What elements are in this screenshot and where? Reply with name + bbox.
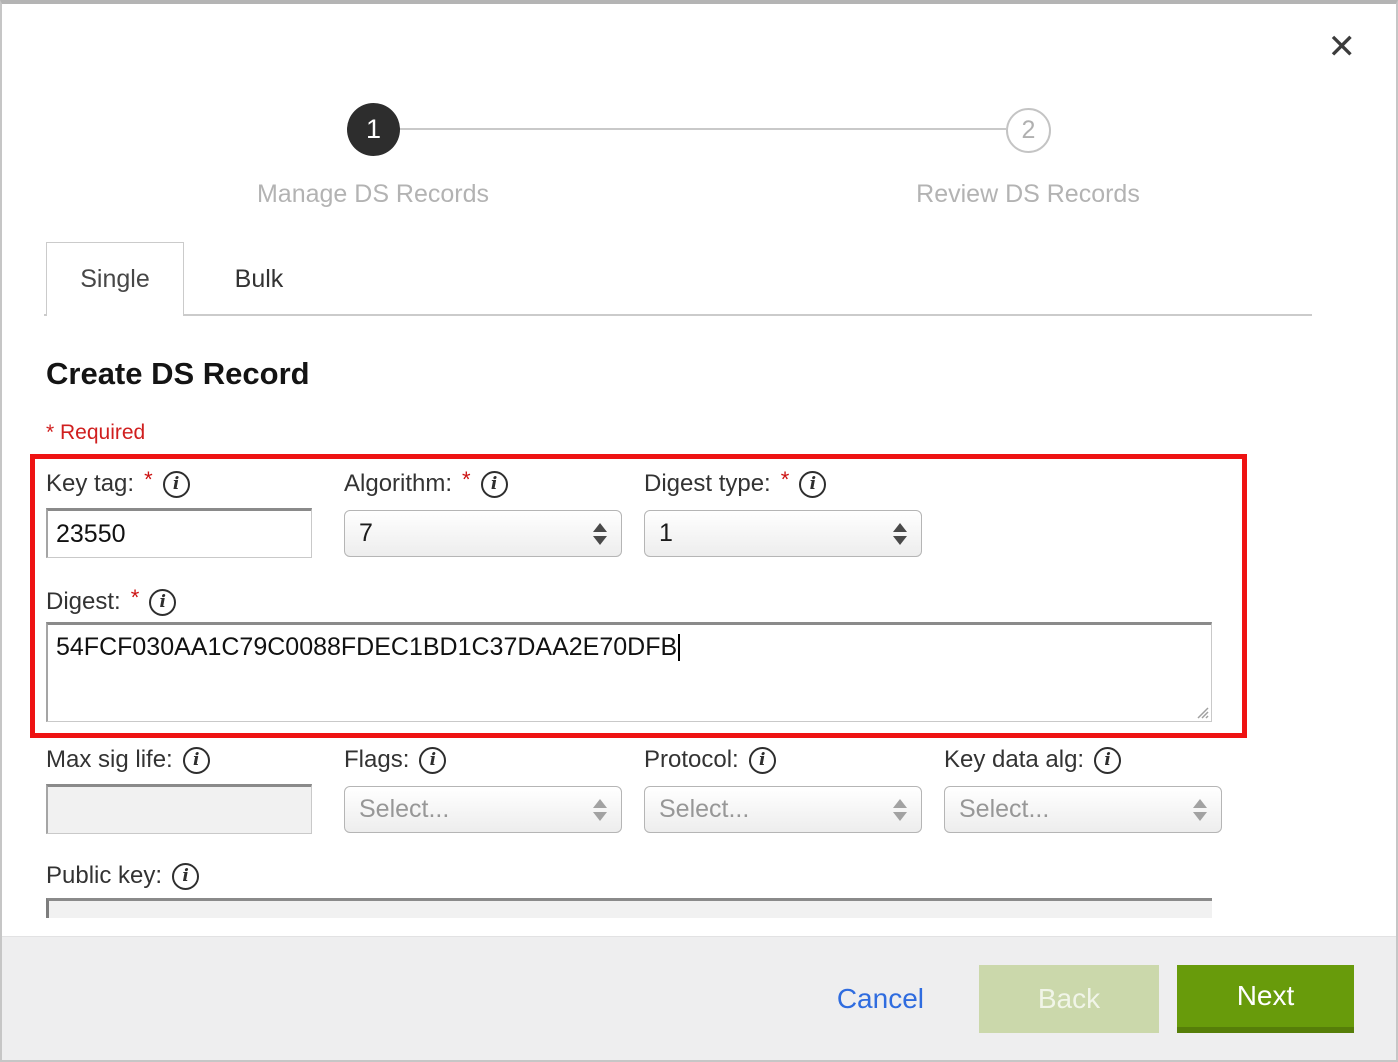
step-1-label: Manage DS Records <box>257 180 489 209</box>
text-cursor <box>678 634 680 661</box>
key-tag-input[interactable] <box>46 508 312 558</box>
key-data-alg-select[interactable]: Select... <box>944 786 1222 833</box>
create-ds-record-modal: ✕ 1 2 Manage DS Records Review DS Record… <box>0 0 1398 1062</box>
public-key-label-text: Public key: <box>46 862 162 890</box>
digest-type-label: Digest type: * i <box>644 468 944 500</box>
info-icon[interactable]: i <box>749 747 776 774</box>
step-2-circle: 2 <box>1006 108 1051 153</box>
form-row-1: Key tag: * i Algorithm: * i 7 Digest typ… <box>46 468 944 558</box>
info-icon[interactable]: i <box>1094 747 1121 774</box>
spinner-arrows-icon <box>893 523 907 545</box>
info-icon[interactable]: i <box>183 747 210 774</box>
digest-label-text: Digest: <box>46 588 121 616</box>
flags-select-value: Select... <box>359 795 449 824</box>
key-tag-field-group: Key tag: * i <box>46 468 344 558</box>
close-icon: ✕ <box>1328 28 1357 66</box>
digest-label: Digest: * i <box>46 586 176 618</box>
key-tag-label-text: Key tag: <box>46 470 134 498</box>
required-asterisk: * <box>781 467 790 493</box>
flags-select[interactable]: Select... <box>344 786 622 833</box>
max-sig-life-label-text: Max sig life: <box>46 746 173 774</box>
digest-value: 54FCF030AA1C79C0088FDEC1BD1C37DAA2E70DFB <box>56 633 677 661</box>
protocol-label: Protocol: i <box>644 744 944 776</box>
spinner-arrows-icon <box>593 799 607 821</box>
key-tag-label: Key tag: * i <box>46 468 344 500</box>
info-icon[interactable]: i <box>163 471 190 498</box>
tab-bar: Single Bulk <box>44 242 1312 316</box>
spinner-arrows-icon <box>593 523 607 545</box>
info-icon[interactable]: i <box>419 747 446 774</box>
modal-footer: Cancel Back Next <box>2 936 1396 1060</box>
flags-label: Flags: i <box>344 744 644 776</box>
key-data-alg-label: Key data alg: i <box>944 744 1222 776</box>
max-sig-life-field-group: Max sig life: i <box>46 744 344 834</box>
tab-single[interactable]: Single <box>46 242 184 316</box>
spinner-arrows-icon <box>1193 799 1207 821</box>
info-icon[interactable]: i <box>799 471 826 498</box>
page-title: Create DS Record <box>46 356 310 392</box>
info-icon[interactable]: i <box>172 863 199 890</box>
flags-field-group: Flags: i Select... <box>344 744 644 834</box>
stepper-connector-line <box>400 128 1006 130</box>
key-data-alg-field-group: Key data alg: i Select... <box>944 744 1222 834</box>
algorithm-label-text: Algorithm: <box>344 470 452 498</box>
digest-textarea[interactable]: 54FCF030AA1C79C0088FDEC1BD1C37DAA2E70DFB <box>46 622 1212 722</box>
digest-type-field-group: Digest type: * i 1 <box>644 468 944 558</box>
algorithm-select-value: 7 <box>359 519 373 548</box>
next-button[interactable]: Next <box>1177 965 1354 1033</box>
required-note: * Required <box>46 421 145 445</box>
protocol-label-text: Protocol: <box>644 746 739 774</box>
algorithm-label: Algorithm: * i <box>344 468 644 500</box>
algorithm-select[interactable]: 7 <box>344 510 622 557</box>
close-button[interactable]: ✕ <box>1328 30 1357 64</box>
protocol-field-group: Protocol: i Select... <box>644 744 944 834</box>
protocol-select-value: Select... <box>659 795 749 824</box>
step-1-circle: 1 <box>347 103 400 156</box>
back-button[interactable]: Back <box>979 965 1159 1033</box>
public-key-textarea[interactable] <box>46 898 1212 918</box>
key-data-alg-select-value: Select... <box>959 795 1049 824</box>
protocol-select[interactable]: Select... <box>644 786 922 833</box>
spinner-arrows-icon <box>893 799 907 821</box>
required-asterisk: * <box>462 467 471 493</box>
public-key-label: Public key: i <box>46 860 199 892</box>
algorithm-field-group: Algorithm: * i 7 <box>344 468 644 558</box>
required-asterisk: * <box>144 467 153 493</box>
required-asterisk: * <box>131 585 140 611</box>
info-icon[interactable]: i <box>149 589 176 616</box>
max-sig-life-input[interactable] <box>46 784 312 834</box>
max-sig-life-label: Max sig life: i <box>46 744 344 776</box>
flags-label-text: Flags: <box>344 746 409 774</box>
step-2-label: Review DS Records <box>916 180 1140 209</box>
cancel-button[interactable]: Cancel <box>837 983 924 1015</box>
form-row-3: Max sig life: i Flags: i Select... Proto… <box>46 744 1222 834</box>
public-key-textarea-clip <box>46 898 1212 918</box>
digest-type-label-text: Digest type: <box>644 470 771 498</box>
tab-bulk[interactable]: Bulk <box>184 242 334 316</box>
info-icon[interactable]: i <box>481 471 508 498</box>
digest-type-select-value: 1 <box>659 519 673 548</box>
resize-grip-icon[interactable] <box>1195 705 1209 719</box>
key-data-alg-label-text: Key data alg: <box>944 746 1084 774</box>
digest-type-select[interactable]: 1 <box>644 510 922 557</box>
